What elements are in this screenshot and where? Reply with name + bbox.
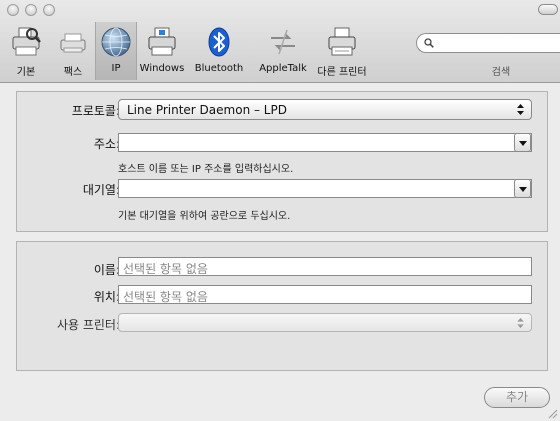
zoom-window-button[interactable] [43,4,55,16]
tab-label: Windows [139,63,185,74]
search-field[interactable] [416,33,560,53]
driver-label: 사용 프린터: [56,318,120,332]
driver-popup[interactable] [118,313,532,332]
toolbar: 기본 팩스 IP Windows Bluetooth AppleTalk 다른 … [0,0,560,83]
ip-globe-icon [101,27,131,57]
name-placeholder: 선택된 항목 없음 [123,262,208,276]
default-printer-icon [12,27,41,56]
add-button[interactable]: 추가 [484,387,550,408]
search-label: 검색 [491,67,511,78]
printer-browser-window: 기본 팩스 IP Windows Bluetooth AppleTalk 다른 … [0,0,560,421]
protocol-popup[interactable]: Line Printer Daemon – LPD [118,99,532,120]
other-printer-icon [328,27,356,56]
location-placeholder: 선택된 항목 없음 [123,290,208,304]
tab-label: 기본 [16,67,36,78]
tab-other-printers[interactable]: 다른 프린터 [314,26,370,78]
address-hint: 호스트 이름 또는 IP 주소를 입력하십시오. [118,164,294,175]
toolbar-toggle-button[interactable] [538,4,558,15]
protocol-value: Line Printer Daemon – LPD [127,103,287,117]
address-input[interactable] [118,133,532,152]
address-history-button[interactable] [514,133,531,152]
magnifier-icon [424,38,434,48]
minimize-window-button[interactable] [25,4,37,16]
location-input[interactable]: 선택된 항목 없음 [118,285,532,304]
close-window-button[interactable] [7,4,19,16]
queue-history-button[interactable] [514,179,531,198]
location-label: 위치: [93,290,120,304]
tab-ip[interactable]: IP [95,22,137,80]
tab-default[interactable]: 기본 [8,26,44,78]
chevron-down-icon [519,141,527,146]
tab-label: AppleTalk [259,63,307,74]
chevron-down-icon [519,187,527,192]
queue-label: 대기열: [82,183,120,197]
tab-fax[interactable]: 팩스 [54,26,92,78]
fax-icon [60,33,86,53]
windows-printer-icon [148,27,176,56]
bluetooth-icon [208,27,230,57]
appletalk-icon [271,29,295,55]
tab-label: IP [111,63,121,74]
name-input[interactable]: 선택된 항목 없음 [118,257,532,276]
tab-windows[interactable]: Windows [138,26,186,78]
queue-hint: 기본 대기열을 위하여 공란으로 두십시오. [118,211,291,222]
tab-label: 다른 프린터 [317,67,367,78]
up-down-arrows-icon [517,104,524,115]
name-label: 이름: [93,263,120,277]
protocol-label: 프로토콜: [71,104,120,118]
tab-appletalk[interactable]: AppleTalk [252,26,314,78]
queue-input[interactable] [118,179,532,198]
tab-label: 팩스 [63,67,83,78]
address-label: 주소: [93,137,120,151]
tab-bluetooth[interactable]: Bluetooth [192,26,246,78]
resize-grip-icon[interactable] [547,408,558,419]
up-down-arrows-icon [517,317,524,329]
tab-label: Bluetooth [194,63,244,74]
